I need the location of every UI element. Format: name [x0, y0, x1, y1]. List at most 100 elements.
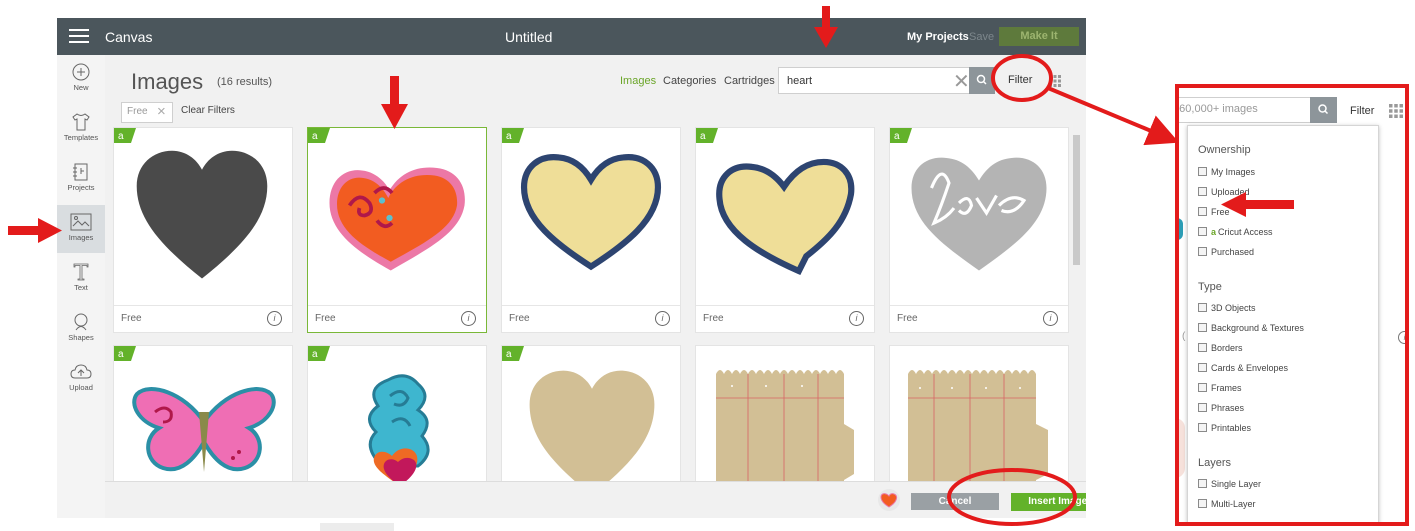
- checkbox[interactable]: [1198, 383, 1207, 392]
- callout-search-button[interactable]: [1310, 97, 1337, 123]
- sidebar-item-projects[interactable]: Projects: [57, 155, 105, 203]
- sidebar-item-label: Projects: [67, 183, 95, 192]
- checkbox[interactable]: [1198, 499, 1207, 508]
- filter-option-background-textures[interactable]: Background & Textures: [1198, 322, 1304, 334]
- filter-option-purchased[interactable]: Purchased: [1198, 246, 1254, 258]
- info-icon[interactable]: i: [849, 311, 864, 326]
- clear-filters-link[interactable]: Clear Filters: [181, 105, 235, 116]
- tab-categories[interactable]: Categories: [663, 75, 716, 87]
- filter-dropdown-callout: ( i g 60,000+ images Filter Ownership My…: [1175, 84, 1409, 526]
- checkbox[interactable]: [1198, 303, 1207, 312]
- checkbox[interactable]: [1198, 207, 1207, 216]
- sidebar-item-new[interactable]: New: [57, 55, 105, 103]
- clear-search-icon[interactable]: ✕: [953, 69, 970, 94]
- svg-text:a: a: [506, 131, 512, 142]
- tab-cartridges[interactable]: Cartridges: [724, 75, 775, 87]
- filter-option-my-images[interactable]: My Images: [1198, 166, 1255, 178]
- my-projects-link[interactable]: My Projects: [907, 31, 969, 43]
- checkbox[interactable]: [1198, 363, 1207, 372]
- filter-chip-free[interactable]: Free ×: [121, 102, 173, 123]
- svg-text:a: a: [118, 131, 124, 142]
- svg-text:a: a: [312, 349, 318, 360]
- sidebar-item-label: Templates: [63, 133, 99, 142]
- filter-option-free[interactable]: Free: [1198, 206, 1230, 218]
- filter-option-cricut-access[interactable]: a Cricut Access: [1198, 226, 1273, 238]
- checkbox[interactable]: [1198, 423, 1207, 432]
- filter-option-single-layer[interactable]: Single Layer: [1198, 478, 1261, 490]
- checkbox[interactable]: [1198, 343, 1207, 352]
- cricut-access-badge-icon: a: [114, 346, 136, 361]
- cricut-access-badge-icon: a: [308, 128, 330, 143]
- filter-option-printables[interactable]: Printables: [1198, 422, 1251, 434]
- insert-images-button[interactable]: Insert Images: [1011, 493, 1086, 511]
- sidebar-item-templates[interactable]: Templates: [57, 105, 105, 153]
- info-icon[interactable]: i: [461, 311, 476, 326]
- card-caption: Free: [703, 313, 724, 324]
- scrollbar-thumb[interactable]: [1073, 135, 1080, 265]
- checkbox[interactable]: [1198, 323, 1207, 332]
- grid-view-icon[interactable]: [1049, 74, 1061, 92]
- image-card[interactable]: a Free i: [695, 127, 875, 333]
- cricut-access-badge-icon: a: [114, 128, 136, 143]
- images-panel: Images (16 results) Free × Clear Filters…: [105, 55, 1086, 518]
- make-it-button[interactable]: Make It: [999, 27, 1079, 46]
- orange-swirl-heart-image: [329, 167, 465, 271]
- cricut-access-badge-icon: a: [890, 128, 912, 143]
- close-icon[interactable]: ×: [157, 103, 166, 120]
- image-card[interactable]: a Free i: [889, 127, 1069, 333]
- checkbox[interactable]: [1198, 479, 1207, 488]
- blue-swirl-heart-image: [368, 374, 430, 486]
- checkbox[interactable]: [1198, 187, 1207, 196]
- save-button[interactable]: Save: [969, 31, 994, 43]
- document-title: Untitled: [505, 29, 553, 45]
- filter-button[interactable]: Filter: [1008, 74, 1032, 86]
- search-button[interactable]: [969, 67, 995, 94]
- panel-title: Images: [131, 69, 204, 94]
- svg-text:a: a: [312, 131, 318, 142]
- callout-filter-button[interactable]: Filter: [1350, 105, 1374, 117]
- hamburger-menu-icon[interactable]: [69, 28, 89, 44]
- info-icon: i: [1398, 331, 1405, 344]
- filter-section-title: Layers: [1198, 457, 1232, 469]
- filter-option-multi-layer[interactable]: Multi-Layer: [1198, 498, 1256, 510]
- grid-view-icon[interactable]: [1389, 104, 1403, 123]
- cricut-access-badge-icon: a: [308, 346, 330, 361]
- info-icon[interactable]: i: [655, 311, 670, 326]
- love-script-heart-image: [911, 157, 1047, 271]
- tan-heart-image: [529, 370, 655, 496]
- filter-option-frames[interactable]: Frames: [1198, 382, 1242, 394]
- svg-text:a: a: [118, 349, 124, 360]
- filter-option-uploaded[interactable]: Uploaded: [1198, 186, 1250, 198]
- cancel-button[interactable]: Cancel: [911, 493, 999, 510]
- checkbox[interactable]: [1198, 227, 1207, 236]
- image-card[interactable]: a Free i: [501, 127, 681, 333]
- sidebar-item-text[interactable]: Text: [57, 255, 105, 303]
- shapes-icon: [74, 313, 88, 331]
- filter-option-cards-envelopes[interactable]: Cards & Envelopes: [1198, 362, 1288, 374]
- info-icon[interactable]: i: [1043, 311, 1058, 326]
- checkbox[interactable]: [1198, 247, 1207, 256]
- callout-search-input[interactable]: g 60,000+ images: [1175, 97, 1312, 123]
- cricut-access-badge-icon: a: [502, 128, 524, 143]
- panel-footer: Cancel Insert Images: [105, 481, 1086, 518]
- search-placeholder: g 60,000+ images: [1175, 103, 1258, 115]
- card-caption: Free: [509, 313, 530, 324]
- sidebar-item-shapes[interactable]: Shapes: [57, 305, 105, 353]
- pink-butterfly-image: [132, 387, 276, 472]
- image-card[interactable]: a Free i: [113, 127, 293, 333]
- search-input[interactable]: [785, 71, 939, 91]
- checkbox[interactable]: [1198, 167, 1207, 176]
- sidebar-item-images[interactable]: Images: [57, 205, 105, 253]
- box-template-image: [716, 370, 854, 494]
- filter-option-borders[interactable]: Borders: [1198, 342, 1243, 354]
- background-info-fragment: (: [1182, 331, 1186, 342]
- sidebar-item-upload[interactable]: Upload: [57, 355, 105, 403]
- background-block: [320, 523, 394, 531]
- tab-images[interactable]: Images: [620, 75, 656, 87]
- info-icon[interactable]: i: [267, 311, 282, 326]
- image-card-selected[interactable]: a Free i: [307, 127, 487, 333]
- filter-option-phrases[interactable]: Phrases: [1198, 402, 1244, 414]
- notebook-icon: [73, 163, 88, 181]
- checkbox[interactable]: [1198, 403, 1207, 412]
- filter-option-3d-objects[interactable]: 3D Objects: [1198, 302, 1256, 314]
